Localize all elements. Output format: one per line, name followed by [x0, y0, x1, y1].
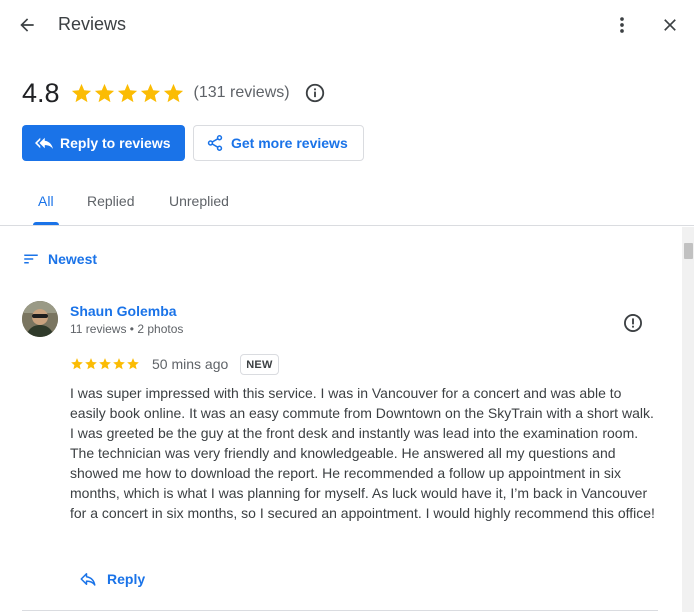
review-tabs: All Replied Unreplied [0, 180, 694, 226]
sort-icon [22, 250, 40, 268]
star-icon [140, 83, 160, 102]
close-button[interactable] [657, 12, 683, 38]
report-icon [624, 314, 642, 332]
reply-button[interactable]: Reply [79, 570, 145, 588]
star-icon [113, 358, 125, 370]
report-review-button[interactable] [621, 311, 645, 335]
share-icon [206, 134, 224, 152]
close-icon [664, 19, 676, 31]
info-icon [305, 83, 324, 103]
info-button[interactable] [304, 82, 326, 104]
review-rating-row: 50 mins ago NEW [70, 352, 279, 376]
star-icon [127, 358, 139, 370]
star-icon [71, 83, 91, 102]
star-icon [163, 83, 183, 102]
rating-value: 4.8 [22, 77, 60, 108]
more-vert-icon [620, 17, 624, 33]
star-icon [71, 358, 83, 370]
header: Reviews [0, 0, 694, 52]
avatar[interactable] [22, 301, 58, 337]
review-divider [22, 610, 658, 611]
review-count: (131 reviews) [193, 84, 290, 101]
rating-summary: 4.8 (131 reviews) [22, 76, 326, 110]
reviewer-name[interactable]: Shaun Golemba [70, 303, 177, 319]
star-icon [117, 83, 137, 102]
arrow-left-icon [20, 18, 34, 32]
reply-all-icon [35, 134, 53, 152]
tab-replied[interactable]: Replied [87, 193, 134, 209]
tab-unreplied[interactable]: Unreplied [169, 193, 229, 209]
scrollbar-thumb[interactable] [684, 243, 693, 259]
new-badge: NEW [240, 353, 279, 375]
sort-label: Newest [48, 251, 98, 267]
get-more-reviews-label: Get more reviews [231, 135, 348, 151]
back-button[interactable] [14, 12, 40, 38]
star-icon [94, 83, 114, 102]
get-more-reviews-button[interactable]: Get more reviews [193, 125, 364, 161]
reply-label: Reply [107, 571, 146, 587]
tab-all[interactable]: All [38, 193, 54, 209]
reply-to-reviews-label: Reply to reviews [60, 135, 171, 151]
reviewer-meta: 11 reviews • 2 photos [70, 322, 184, 336]
reply-icon [79, 570, 97, 588]
more-options-button[interactable] [609, 12, 635, 38]
sort-button[interactable]: Newest [22, 250, 97, 268]
page-title: Reviews [58, 14, 127, 34]
rating-stars [70, 82, 185, 105]
active-tab-indicator [33, 222, 59, 225]
star-icon [85, 358, 97, 370]
reply-to-reviews-button[interactable]: Reply to reviews [22, 125, 185, 161]
review-text: I was super impressed with this service.… [70, 385, 655, 521]
review-stars [70, 357, 140, 371]
star-icon [99, 358, 111, 370]
scrollbar[interactable] [682, 227, 694, 612]
review-time: 50 mins ago [152, 356, 229, 372]
